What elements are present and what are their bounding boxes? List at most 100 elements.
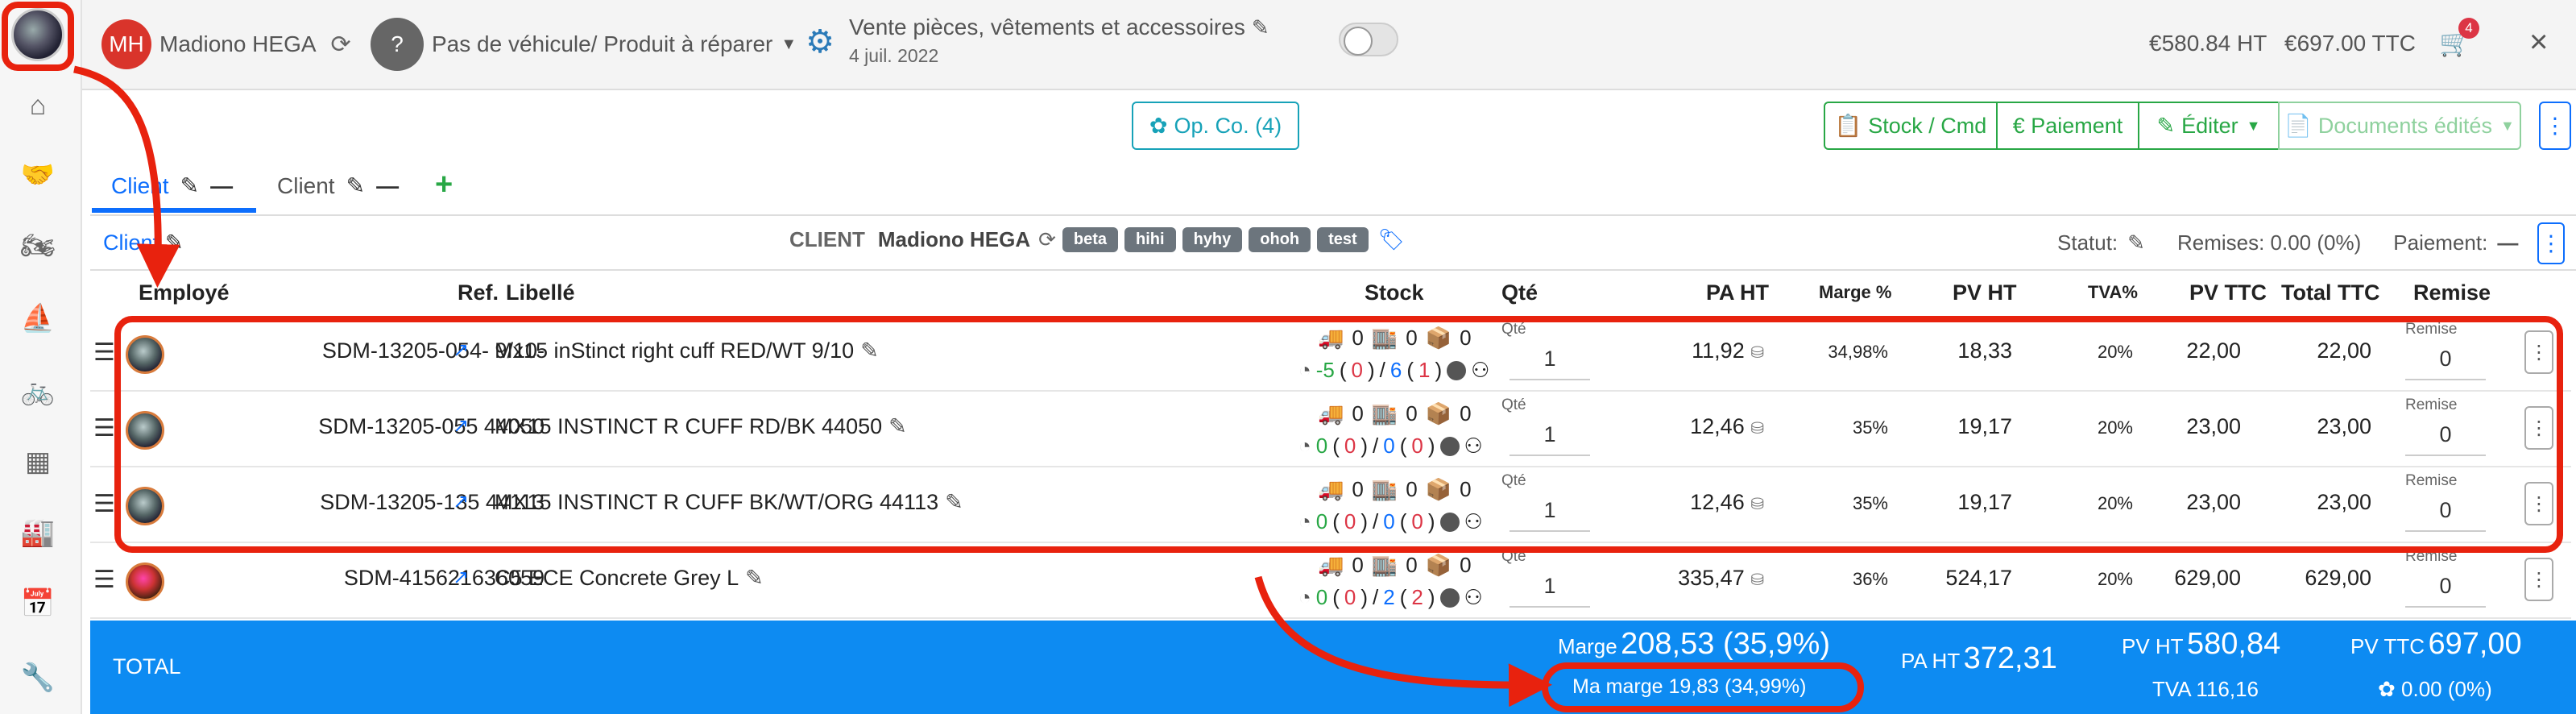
row-pv-ttc[interactable]: 629,00 <box>2174 566 2241 591</box>
user-name[interactable]: Madiono HEGA <box>159 31 317 57</box>
warehouse-icon[interactable]: 🏭 <box>18 513 58 553</box>
pv-ht-label: PV HT <box>2122 634 2184 658</box>
pencil-icon[interactable]: ✎ <box>2127 230 2145 255</box>
header-qte: Qté <box>1501 280 1539 305</box>
editer-button[interactable]: ✎ Éditer ▼ <box>2138 102 2280 150</box>
drag-handle-icon[interactable]: ☰ <box>93 490 115 518</box>
op-co-button[interactable]: ✿ Op. Co. (4) <box>1132 102 1299 150</box>
client-more-button[interactable]: ⋮ <box>2537 222 2565 264</box>
add-tab-icon[interactable]: + <box>435 168 453 202</box>
annotation-highlight-ma-marge <box>1542 662 1864 712</box>
minus-icon[interactable]: — <box>376 173 399 199</box>
box-check-icon: 📦 <box>1425 553 1452 577</box>
statut-label: Statut: <box>2057 230 2118 255</box>
drag-handle-icon[interactable]: ☰ <box>93 414 115 442</box>
sitemap-icon[interactable]: ⚇ <box>1464 585 1483 610</box>
tag-badge: beta <box>1062 227 1119 252</box>
user-initials-avatar[interactable]: MH <box>101 19 151 69</box>
calendar-icon[interactable]: 📅 <box>18 583 58 624</box>
row-tva: 20% <box>2097 569 2133 589</box>
client-divider <box>90 269 2576 271</box>
close-icon[interactable]: × <box>2529 24 2548 60</box>
stock-backorder: 2 <box>1411 585 1423 609</box>
marge-label: Marge <box>1558 634 1617 658</box>
editer-label: Éditer <box>2181 113 2238 138</box>
client-link[interactable]: Client ✎ <box>103 230 184 255</box>
tab-client-1-label: Client <box>111 172 169 198</box>
tab-divider <box>90 214 2576 216</box>
external-link-icon[interactable]: ↗ <box>453 566 469 589</box>
refresh-icon[interactable]: ⟳ <box>1038 227 1056 252</box>
edit-icon[interactable]: ✎ <box>1252 15 1269 40</box>
row-marge: 36% <box>1852 569 1888 589</box>
row-total-ttc: 629,00 <box>2305 566 2371 590</box>
total-pa-ht: PA HT 372,31 <box>1901 641 2057 676</box>
remise-input[interactable]: 0 <box>2405 564 2486 608</box>
remises-label: Remises: 0.00 (0%) <box>2176 230 2362 255</box>
row-pv-ht[interactable]: 524,17 <box>1945 566 2012 591</box>
employee-avatar[interactable] <box>126 562 164 601</box>
home-icon[interactable]: ⌂ <box>18 85 58 126</box>
refresh-icon[interactable]: ⟳ <box>331 31 351 59</box>
total-ht: €580.84 HT <box>2149 31 2267 56</box>
total-ttc: €697.00 TTC <box>2284 31 2416 56</box>
total-remise: ✿ 0.00 (0%) <box>2378 677 2492 702</box>
header-total-ttc: Total TTC <box>2281 280 2380 305</box>
clock-icon: ◔ <box>1298 585 1311 609</box>
header-pa-ht: PA HT <box>1706 280 1769 305</box>
stock-store-value: 0 <box>1406 553 1418 577</box>
boat-icon[interactable]: ⛵ <box>18 298 58 338</box>
header-marge: Marge % <box>1819 282 1892 302</box>
more-button[interactable]: ⋮ <box>2539 102 2571 150</box>
toggle-switch[interactable] <box>1339 23 1398 56</box>
edit-icon[interactable]: ✎ <box>745 566 764 590</box>
chevron-down-icon: ▼ <box>2246 117 2261 134</box>
edit-doc-icon: ✎ <box>2156 113 2176 138</box>
vehicle-icon[interactable]: ? <box>371 18 424 71</box>
row-menu-button[interactable]: ⋮ <box>2524 558 2553 601</box>
quantity-input[interactable]: 1 <box>1510 564 1590 608</box>
stock-cmd-button[interactable]: 📋 Stock / Cmd <box>1824 102 1998 150</box>
annotation-highlight-avatar <box>2 2 74 71</box>
pv-ht-value: 580,84 <box>2187 627 2281 661</box>
documents-label: Documents édités <box>2317 113 2492 138</box>
sale-type[interactable]: Vente pièces, vêtements et accessoires <box>849 15 1245 40</box>
tag-badge: ohoh <box>1249 227 1311 252</box>
stock-line-1: 🚚 0 🏬 0 📦 0 <box>1318 553 1472 578</box>
sidebar: ⌂ 🤝 🏍 ⛵ 🚲 ▦ 🏭 📅 🔧 <box>0 0 82 714</box>
row-pa-ht: 335,47 ⛁ <box>1678 566 1764 591</box>
edit-icon[interactable]: ✎ <box>165 230 184 255</box>
drag-handle-icon[interactable]: ☰ <box>93 338 115 367</box>
vehicle-selector[interactable]: Pas de véhicule/ Produit à réparer <box>432 31 772 57</box>
client-name: Madiono HEGA <box>877 227 1031 251</box>
bicycle-icon[interactable]: 🚲 <box>18 371 58 411</box>
discount-icon: ✿ <box>2378 677 2396 701</box>
pa-ht-value: 335,47 <box>1678 566 1745 590</box>
total-pv-ht: PV HT 580,84 <box>2122 627 2280 662</box>
wrench-icon[interactable]: 🔧 <box>18 658 58 698</box>
handshake-icon[interactable]: 🤝 <box>18 155 58 195</box>
paiement-button[interactable]: € Paiement <box>1996 102 2139 150</box>
tab-client-2[interactable]: Client ✎ — <box>277 172 399 199</box>
boxes-icon[interactable]: ▦ <box>18 442 58 482</box>
drag-handle-icon[interactable]: ☰ <box>93 566 115 594</box>
row-libelle[interactable]: C5 ECE Concrete Grey L ✎ <box>495 566 764 591</box>
status-area: Statut: ✎ Remises: 0.00 (0%) Paiement: — <box>2057 230 2518 255</box>
motorcycle-icon[interactable]: 🏍 <box>18 226 58 266</box>
pencil-icon[interactable]: ✎ <box>180 172 199 199</box>
status-dot-icon <box>1439 587 1460 608</box>
minus-icon[interactable]: — <box>210 173 233 199</box>
pencil-icon[interactable]: ✎ <box>346 172 365 199</box>
client-info: CLIENT Madiono HEGA ⟳ beta hihi hyhy oho… <box>789 227 1405 252</box>
documents-edites-button[interactable]: 📄 Documents édités ▼ <box>2278 102 2521 150</box>
tag-badge: hyhy <box>1182 227 1243 252</box>
pa-ht-value: 372,31 <box>1963 641 2057 675</box>
tab-client-1[interactable]: Client ✎ — <box>111 172 233 199</box>
total-remise-value: 0.00 (0%) <box>2401 677 2492 701</box>
header-ref: Ref. <box>458 280 499 305</box>
tag-icon[interactable]: 🏷 <box>1378 227 1405 252</box>
op-co-icon: ✿ <box>1149 113 1168 138</box>
tab-client-2-label: Client <box>277 172 335 198</box>
total-label: TOTAL <box>113 654 181 679</box>
paiement-value[interactable]: — <box>2497 230 2518 255</box>
